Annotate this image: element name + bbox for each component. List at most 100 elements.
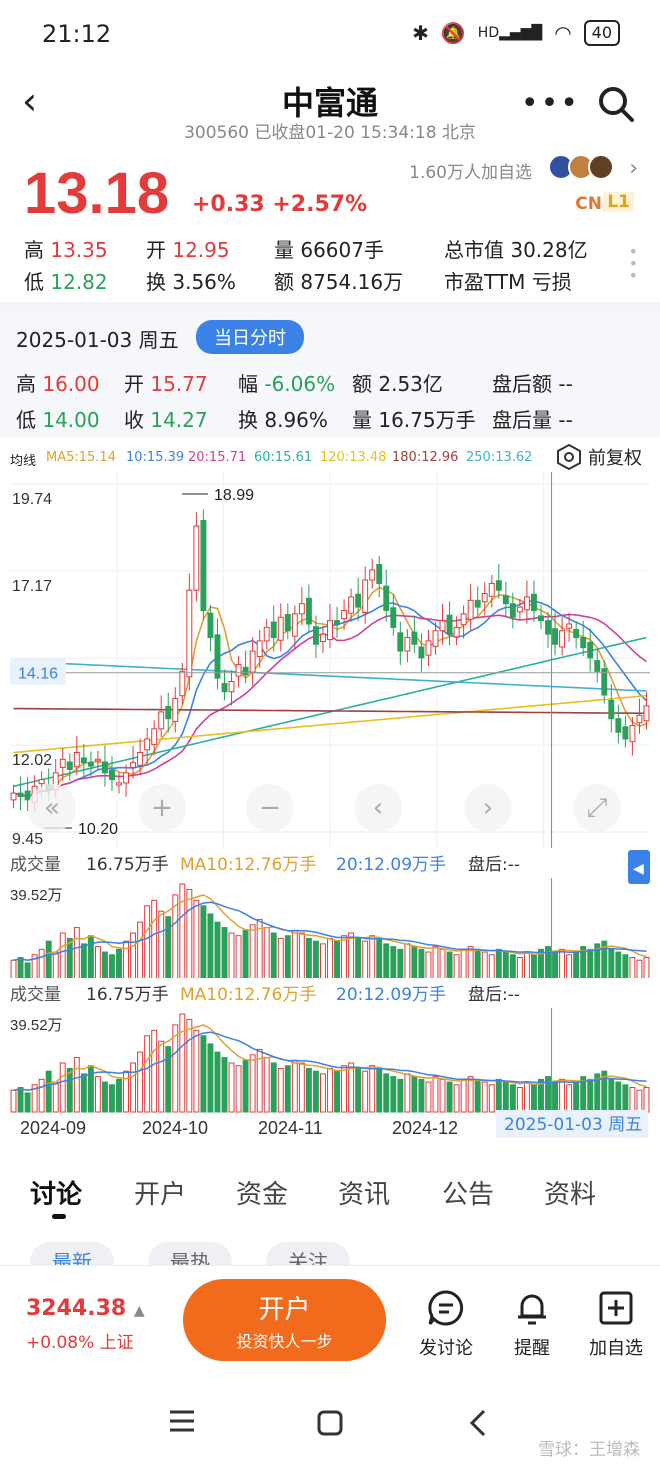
volume-bar: [116, 1078, 122, 1113]
add-watchlist-label: 加自选: [589, 1338, 643, 1359]
zoom-in-icon[interactable]: +: [151, 793, 173, 823]
back-nav-icon[interactable]: [468, 1409, 488, 1437]
current-price: 13.18: [24, 161, 170, 226]
next-icon[interactable]: ›: [483, 793, 493, 823]
volume-bar: [587, 1078, 594, 1113]
volume-after: 盘后:--: [468, 985, 520, 1005]
triangle-left-icon: ◀: [633, 861, 644, 877]
signal-icon: HD▂▄▆█: [477, 25, 543, 41]
cn-badge[interactable]: CN: [575, 194, 602, 214]
followers-count[interactable]: 1.60万人加自选: [409, 158, 532, 183]
volume-bar: [397, 1078, 404, 1113]
volume-bar: [207, 1043, 214, 1113]
stat-amount: 额 8754.16万: [274, 270, 404, 294]
history-panel: 2025-01-03 周五 当日分时 高 16.00 低 14.00 开 15.…: [0, 312, 660, 438]
volume-label: 成交量: [10, 855, 61, 875]
volume-bar: [137, 1051, 144, 1113]
volume-bar: [158, 910, 165, 983]
volume-bar: [397, 948, 404, 983]
intraday-button[interactable]: 当日分时: [196, 320, 304, 354]
add-watchlist-button[interactable]: 加自选: [576, 1288, 656, 1360]
candle-body: [397, 632, 404, 652]
tab-account[interactable]: 开户: [134, 1174, 186, 1211]
system-nav-bar: 雪球：王增森: [0, 1375, 660, 1467]
volume-bar: [411, 946, 418, 983]
volume-max-label: 39.52万: [10, 887, 63, 904]
volume-bar: [270, 932, 277, 983]
volume-value: 16.75万手: [86, 985, 169, 1005]
candle-body: [566, 623, 573, 629]
kline-chart[interactable]: 成交量 16.75万手 MA10:12.76万手 20:12.09万手 盘后:--39.…: [0, 472, 660, 1152]
candle-body: [179, 670, 186, 697]
l1-badge[interactable]: L1: [603, 192, 634, 212]
volume-bar: [200, 905, 207, 983]
ma-item-180: 180:12.96: [392, 450, 459, 465]
volume-bar: [573, 951, 580, 983]
x-axis-label: 2024-09: [20, 1118, 86, 1138]
current-price-tag: 14.16: [18, 666, 58, 683]
candle-body: [263, 626, 270, 642]
bluetooth-icon: ✱: [412, 21, 429, 45]
volume-after: 盘后:--: [468, 855, 520, 875]
candle-body: [130, 762, 137, 768]
open-account-button[interactable]: 开户 投资快人一步: [183, 1279, 386, 1361]
status-bar: 21:12 ✱ 🔕 HD▂▄▆█ ◠ 40: [0, 0, 660, 70]
tab-announcements[interactable]: 公告: [442, 1174, 494, 1211]
tab-funds[interactable]: 资金: [236, 1174, 288, 1211]
tab-indicator: [52, 1214, 66, 1219]
volume-bar: [481, 951, 488, 983]
volume-bar: [362, 1070, 369, 1113]
volume-bar: [130, 1062, 137, 1113]
hist-after-amt: 盘后额 --: [492, 372, 573, 396]
volume-bar: [242, 1059, 249, 1113]
y-axis-label: 17.17: [12, 578, 52, 595]
scroll-start-icon[interactable]: «: [44, 793, 60, 823]
candle-body: [580, 637, 587, 649]
remind-button[interactable]: 提醒: [492, 1288, 572, 1360]
volume-bar: [559, 948, 566, 983]
volume-bar: [404, 1073, 411, 1113]
candle-body: [291, 613, 298, 637]
candle-body: [615, 718, 622, 733]
volume-bar: [509, 954, 516, 983]
candle-body: [573, 628, 580, 639]
follower-avatars[interactable]: [548, 154, 614, 180]
tab-profile[interactable]: 资料: [544, 1174, 596, 1211]
expand-dots-icon[interactable]: • • •: [629, 244, 638, 284]
fullscreen-icon[interactable]: ⤢: [587, 793, 608, 823]
tab-discuss[interactable]: 讨论: [30, 1174, 82, 1211]
candle-body: [362, 579, 369, 614]
tab-news[interactable]: 资讯: [338, 1174, 390, 1211]
volume-bar: [566, 1084, 573, 1113]
volume-bar: [327, 1067, 333, 1113]
volume-bar: [608, 948, 615, 983]
volume-ma10: MA10:12.76万手: [180, 985, 316, 1005]
volume-bar: [193, 899, 200, 983]
home-icon[interactable]: [316, 1409, 344, 1437]
candle-body: [446, 614, 453, 635]
post-discussion-button[interactable]: 发讨论: [406, 1288, 486, 1360]
index-value[interactable]: 3244.38 ▲: [26, 1296, 145, 1321]
volume-bar: [263, 1057, 270, 1113]
volume-bar: [186, 1018, 193, 1113]
candle-body: [242, 666, 249, 676]
avatar: [588, 154, 614, 180]
volume-bar: [235, 935, 242, 983]
volume-bar: [432, 946, 439, 983]
prev-icon[interactable]: ‹: [373, 793, 383, 823]
volume-bar: [109, 954, 115, 983]
more-menu-icon[interactable]: •••: [521, 86, 580, 121]
fuquan-toggle[interactable]: 前复权: [556, 444, 642, 470]
menu-icon[interactable]: [168, 1409, 196, 1433]
chevron-right-icon[interactable]: ›: [629, 156, 638, 181]
search-icon[interactable]: [596, 84, 636, 124]
zoom-out-icon[interactable]: −: [259, 793, 281, 823]
volume-bar: [411, 1076, 418, 1113]
candle-body: [608, 699, 615, 720]
volume-bar: [509, 1084, 516, 1113]
volume-bar: [80, 943, 87, 983]
candle-body: [509, 603, 516, 618]
candle-body: [144, 738, 151, 751]
candle-body: [538, 615, 544, 622]
volume-bar: [320, 943, 326, 983]
